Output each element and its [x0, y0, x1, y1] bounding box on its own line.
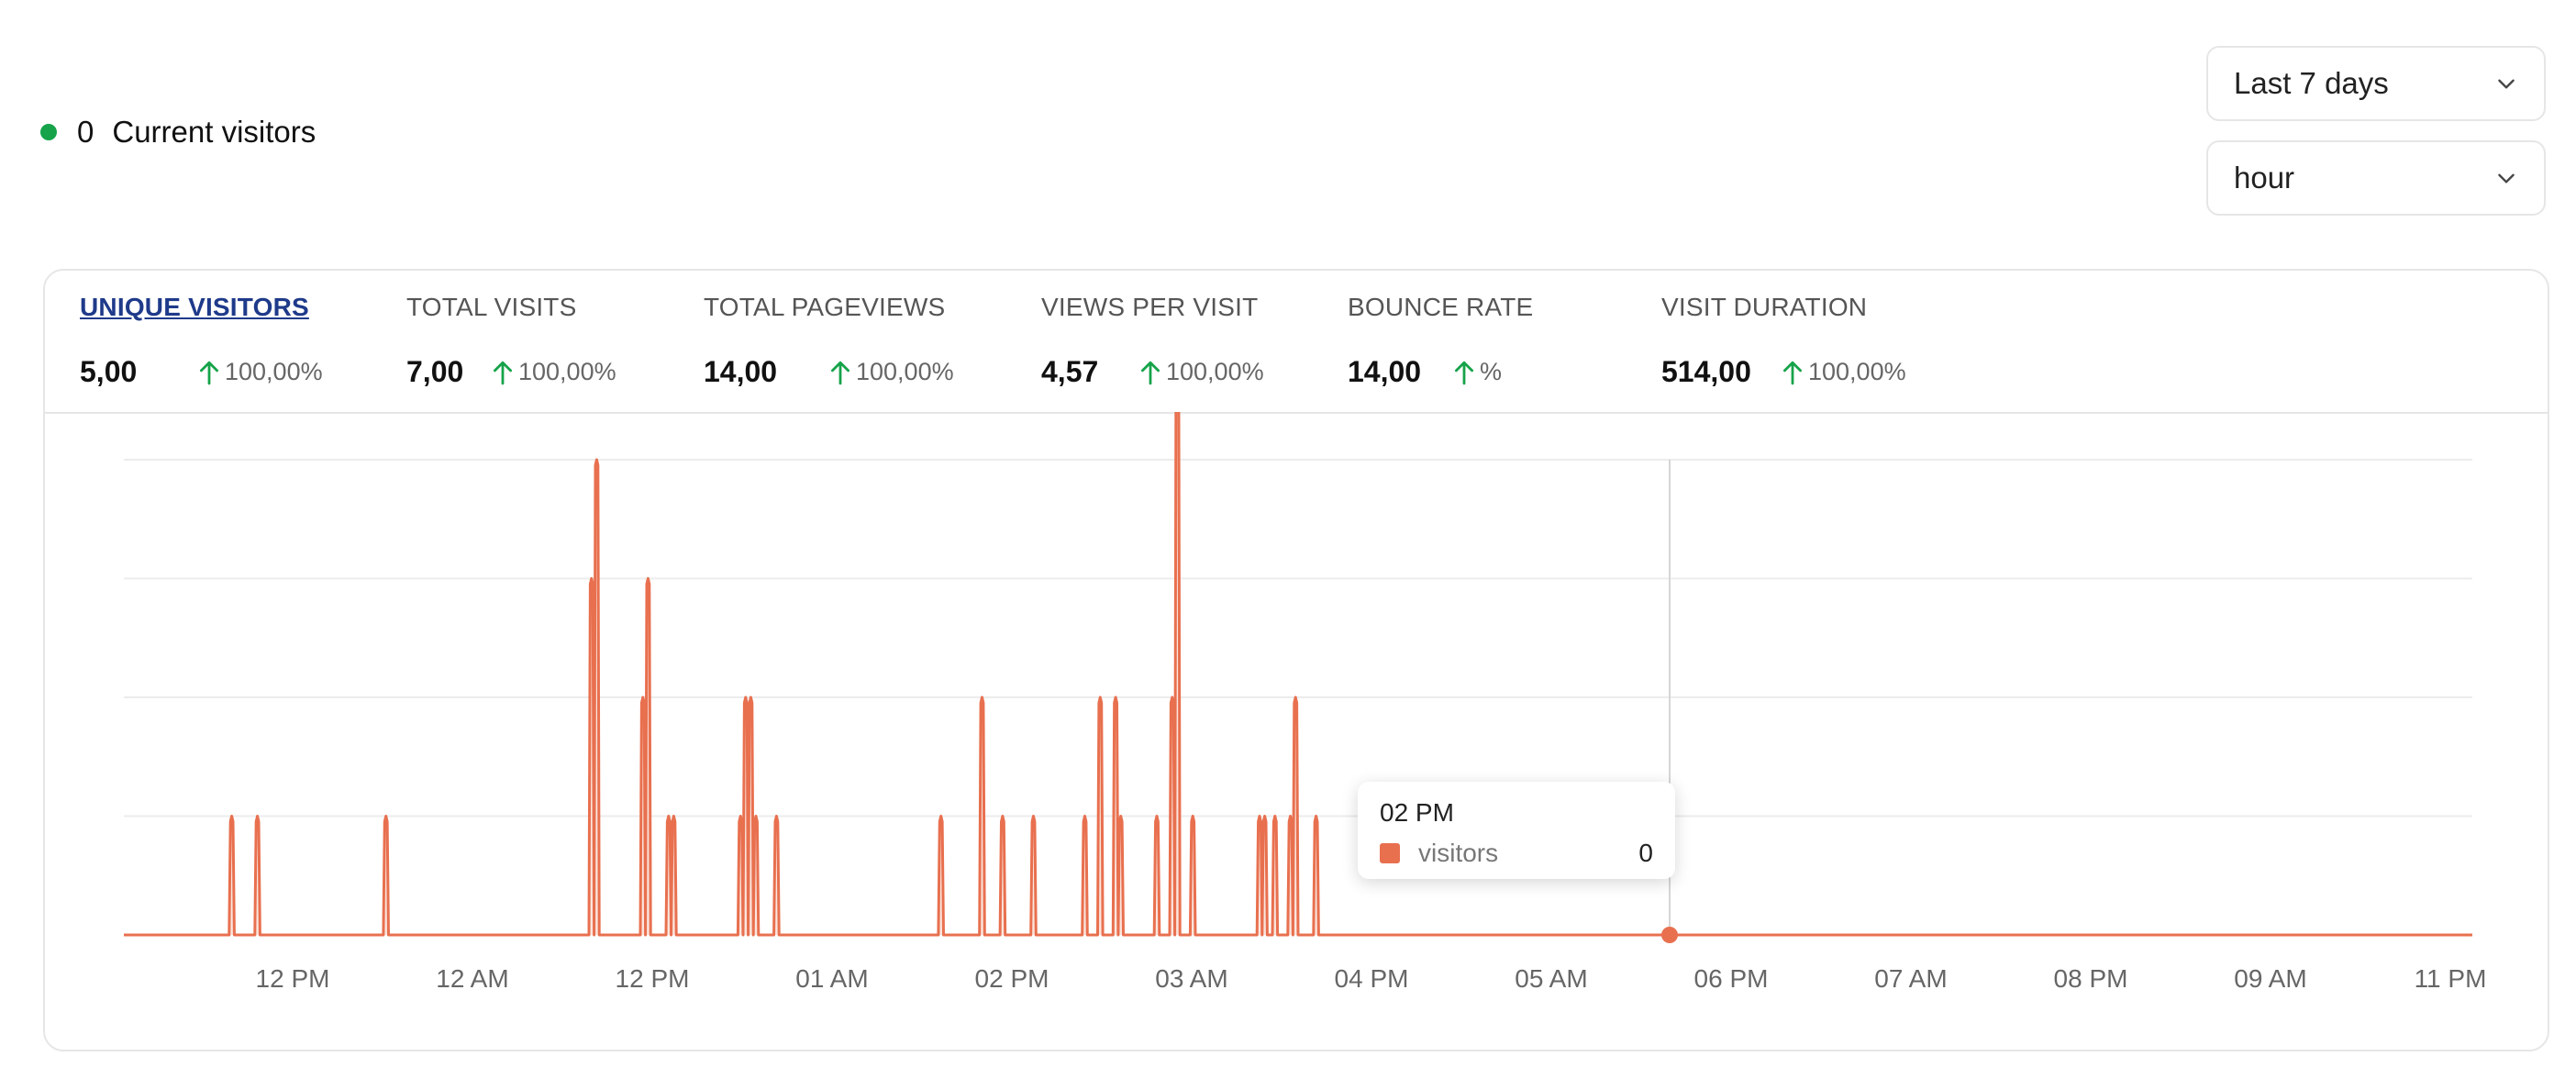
current-visitors-count: 0: [77, 115, 94, 149]
metric-label: VISIT DURATION: [1661, 293, 1868, 321]
x-tick-label: 07 AM: [1874, 964, 1947, 993]
granularity-value: hour: [2234, 161, 2295, 195]
metric-total-visits[interactable]: TOTAL VISITS 7,00 100,00%: [406, 289, 616, 389]
visitors-chart[interactable]: 12 PM 12 AM 12 PM 01 AM 02 PM 03 AM 04 PM 05 AM…: [45, 412, 2548, 1051]
metric-change-value: 100,00%: [1166, 358, 1264, 385]
metric-views-per-visit[interactable]: VIEWS PER VISIT 4,57 100,00%: [1041, 289, 1264, 389]
metric-value: 514,00: [1661, 355, 1751, 388]
metric-visit-duration[interactable]: VISIT DURATION 514,00 100,00%: [1661, 289, 1906, 389]
metric-change: 100,00%: [828, 358, 954, 386]
x-tick-label: 03 AM: [1155, 964, 1227, 993]
stats-card: UNIQUE VISITORS 5,00 100,00% TOTAL VISIT…: [43, 269, 2549, 1051]
x-tick-label: 11 PM: [2415, 964, 2487, 993]
series-line: [124, 412, 2472, 937]
x-tick-label: 12 PM: [256, 964, 330, 993]
metric-change-value: 100,00%: [225, 358, 323, 385]
metric-change-value: 100,00%: [1808, 358, 1906, 385]
x-tick-label: 05 AM: [1515, 964, 1587, 993]
arrow-up-icon: [830, 361, 850, 384]
date-range-value: Last 7 days: [2234, 66, 2389, 100]
x-tick-label: 01 AM: [795, 964, 868, 993]
x-tick-label: 06 PM: [1694, 964, 1769, 993]
metric-change: %: [1452, 358, 1502, 386]
metric-value: 5,00: [80, 355, 138, 388]
tooltip-series-value: 0: [1638, 839, 1653, 867]
x-tick-label: 12 PM: [616, 964, 690, 993]
metric-value: 4,57: [1041, 355, 1099, 388]
chevron-down-icon: [2498, 79, 2515, 89]
tooltip-series-name: visitors: [1418, 839, 1499, 867]
tooltip-title: 02 PM: [1380, 798, 1454, 827]
metric-bounce-rate[interactable]: BOUNCE RATE 14,00 %: [1348, 289, 1533, 389]
metric-change-value: %: [1480, 358, 1503, 385]
x-tick-label: 12 AM: [436, 964, 508, 993]
current-visitors-label: Current visitors: [112, 115, 316, 149]
metric-value: 14,00: [1348, 355, 1422, 388]
arrow-up-icon: [1140, 361, 1160, 384]
x-tick-label: 04 PM: [1335, 964, 1409, 993]
arrow-up-icon: [493, 361, 513, 384]
metric-total-pageviews[interactable]: TOTAL PAGEVIEWS 14,00 100,00%: [704, 289, 954, 389]
x-tick-label: 08 PM: [2054, 964, 2128, 993]
current-visitors: 0 Current visitors: [40, 110, 316, 154]
arrow-up-icon: [1454, 361, 1474, 384]
metrics-tabs: UNIQUE VISITORS 5,00 100,00% TOTAL VISIT…: [45, 271, 2548, 414]
metric-label: TOTAL VISITS: [406, 293, 577, 321]
metric-label: BOUNCE RATE: [1348, 293, 1534, 321]
live-status-dot: [40, 124, 57, 140]
metric-change: 100,00%: [1781, 358, 1906, 386]
arrow-up-icon: [199, 361, 219, 384]
tooltip-series-swatch: [1380, 843, 1400, 863]
metric-change-value: 100,00%: [856, 358, 954, 385]
chart-tooltip: 02 PM visitors 0: [1358, 782, 1675, 879]
metric-label: VIEWS PER VISIT: [1041, 293, 1259, 321]
arrow-up-icon: [1782, 361, 1803, 384]
metric-value: 14,00: [704, 355, 778, 388]
x-tick-label: 02 PM: [975, 964, 1049, 993]
date-range-select[interactable]: Last 7 days: [2206, 46, 2546, 121]
metric-unique-visitors[interactable]: UNIQUE VISITORS 5,00 100,00%: [80, 289, 323, 389]
metric-change-value: 100,00%: [518, 358, 616, 385]
metric-label: TOTAL PAGEVIEWS: [704, 293, 946, 321]
chevron-down-icon: [2498, 173, 2515, 184]
x-tick-label: 09 AM: [2234, 964, 2306, 993]
metric-change: 100,00%: [197, 358, 323, 386]
hover-point: [1661, 927, 1678, 943]
metric-label: UNIQUE VISITORS: [80, 293, 309, 321]
metric-change: 100,00%: [491, 358, 616, 386]
metric-change: 100,00%: [1138, 358, 1264, 386]
granularity-select[interactable]: hour: [2206, 140, 2546, 216]
visitors-area-chart[interactable]: 12 PM 12 AM 12 PM 01 AM 02 PM 03 AM 04 PM 05 AM…: [45, 412, 2548, 1051]
metric-value: 7,00: [406, 355, 464, 388]
